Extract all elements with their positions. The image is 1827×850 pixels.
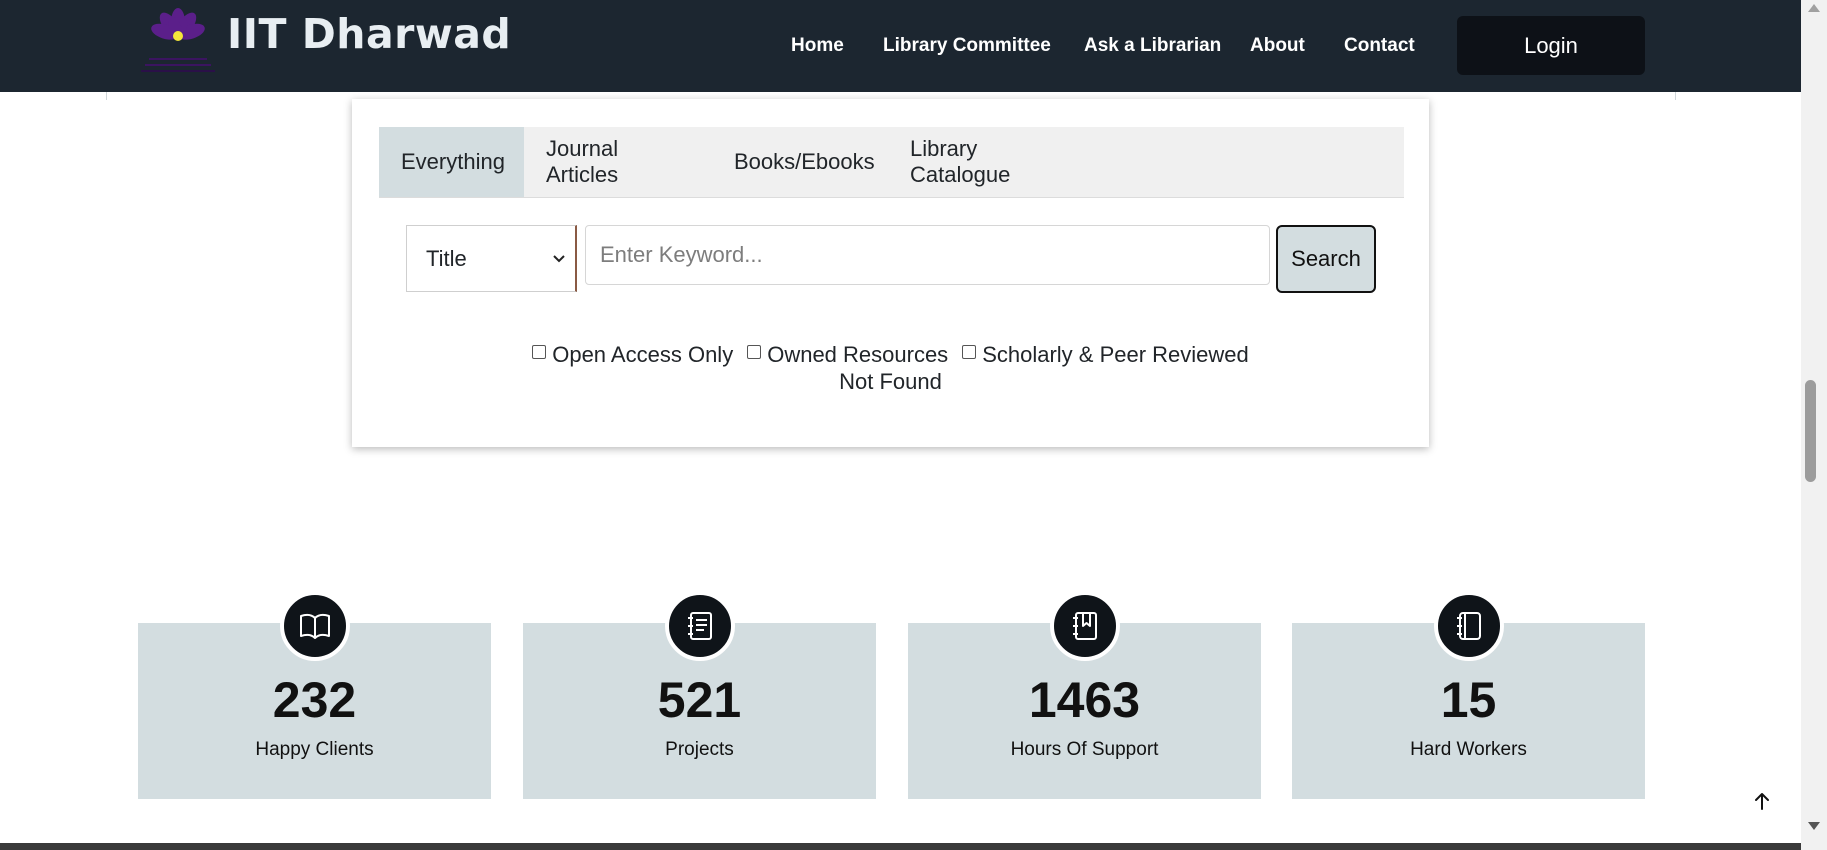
stat-value: 15 [1440,672,1497,728]
window-bottom-edge [0,843,1801,850]
stat-card-projects: 521 Projects [523,591,876,799]
filter-open-access[interactable]: Open Access Only [532,342,733,368]
owned-resources-label: Owned Resources [767,342,949,367]
back-to-top-button[interactable] [1747,786,1777,816]
stat-label: Hours Of Support [1010,739,1159,760]
filter-owned-resources[interactable]: Owned Resources [747,342,948,368]
notebook-icon [1433,591,1504,661]
nav-link-library-committee[interactable]: Library Committee [883,35,1051,57]
stat-card-happy-clients: 232 Happy Clients [138,591,491,799]
stat-value: 1463 [1028,672,1141,728]
nav-link-about[interactable]: About [1250,35,1305,57]
open-book-icon [279,591,350,661]
search-tabs: Everything Journal Articles Books/Ebooks… [379,127,1404,198]
scroll-up-arrow-icon[interactable] [1808,4,1820,12]
nav-link-contact[interactable]: Contact [1344,35,1415,57]
vertical-scrollbar[interactable] [1801,0,1827,850]
container-edge-left [106,92,107,100]
search-status-text: Not Found [839,369,942,394]
stat-card-hours-of-support: 1463 Hours Of Support [908,591,1261,799]
stat-value: 521 [657,672,742,728]
tab-books-ebooks[interactable]: Books/Ebooks [712,127,888,197]
brand-title[interactable]: IIT Dharwad [227,10,511,58]
search-field-select-value: Title [426,245,467,271]
stat-value: 232 [272,672,357,728]
tab-library-catalogue[interactable]: Library Catalogue [888,127,1098,197]
login-button[interactable]: Login [1457,16,1645,75]
owned-resources-checkbox[interactable] [747,345,762,359]
keyword-search-input[interactable] [585,225,1270,285]
arrow-up-icon [1755,793,1769,810]
open-access-checkbox[interactable] [532,345,547,359]
search-card: Everything Journal Articles Books/Ebooks… [352,99,1429,447]
scholarly-peer-reviewed-label: Scholarly & Peer Reviewed [982,342,1249,367]
scrollbar-thumb[interactable] [1805,380,1816,482]
stat-label: Happy Clients [255,739,374,760]
tab-everything[interactable]: Everything [379,127,524,197]
search-filters: Open Access Only Owned Resources Scholar… [352,339,1429,371]
journal-bookmark-icon [1049,591,1120,661]
top-navbar: IIT Dharwad Home Library Committee Ask a… [0,0,1801,92]
open-access-label: Open Access Only [552,342,734,367]
journal-text-icon [664,591,735,661]
tab-journal-articles[interactable]: Journal Articles [524,127,712,197]
page: IIT Dharwad Home Library Committee Ask a… [0,0,1801,850]
scholarly-peer-reviewed-checkbox[interactable] [962,345,977,359]
logo[interactable] [137,6,219,78]
stat-label: Hard Workers [1410,739,1527,760]
nav-link-home[interactable]: Home [791,35,844,57]
chevron-down-icon [553,255,565,263]
stat-card-hard-workers: 15 Hard Workers [1292,591,1645,799]
container-edge-right [1675,92,1676,100]
filter-scholarly-peer-reviewed[interactable]: Scholarly & Peer Reviewed [962,342,1249,368]
search-field-select[interactable]: Title [406,225,577,292]
search-button[interactable]: Search [1276,225,1376,293]
nav-link-ask-a-librarian[interactable]: Ask a Librarian [1084,35,1221,57]
stat-label: Projects [665,739,734,760]
scroll-down-arrow-icon[interactable] [1808,822,1820,830]
